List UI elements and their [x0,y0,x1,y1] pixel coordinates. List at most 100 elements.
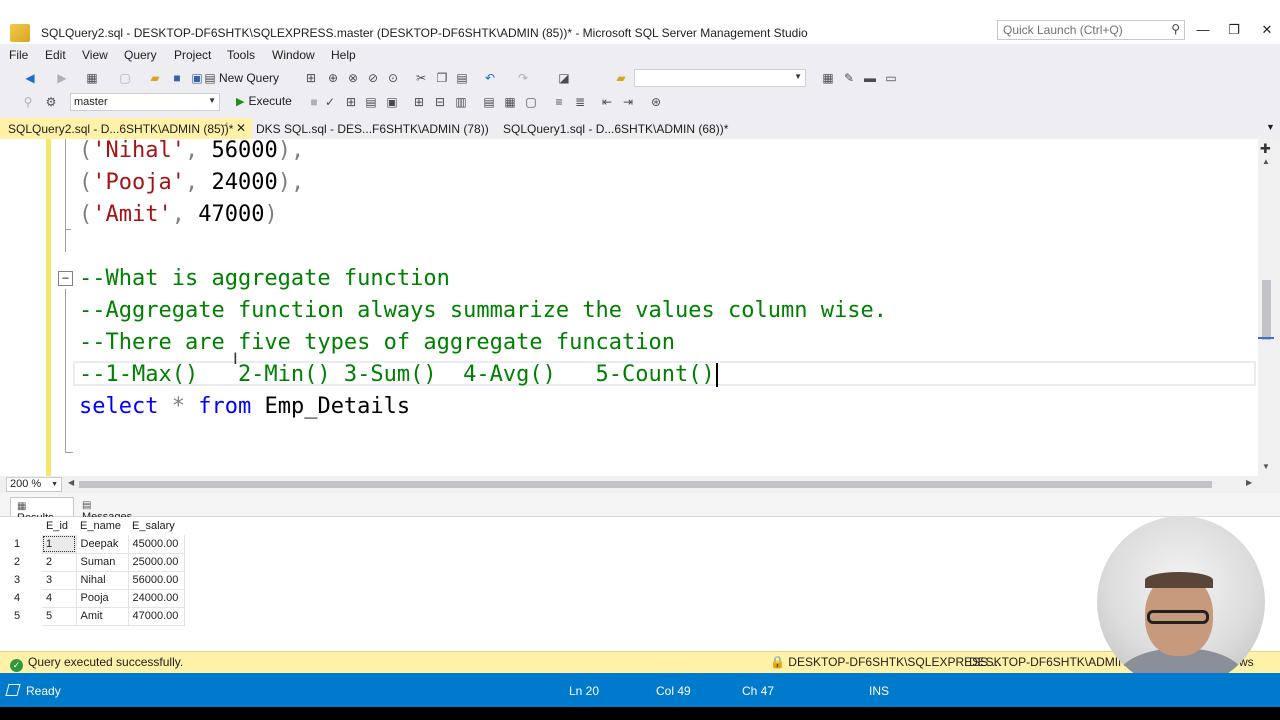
mdx-query-icon[interactable]: ⊕ [326,71,340,85]
forward-icon[interactable]: ▶ [55,71,69,85]
dax-query-icon[interactable]: ⊙ [386,71,400,85]
grid-cell[interactable]: 5 [42,607,77,626]
redo-icon[interactable]: ↷ [516,71,530,85]
tab-sqlquery2[interactable]: SQLQuery2.sql - D...6SHTK\ADMIN (85))* ⊣… [0,118,252,139]
code-line[interactable]: --What is aggregate function [79,263,450,295]
menu-tools[interactable]: Tools [227,48,255,62]
activity-monitor-icon[interactable]: ◪ [557,71,571,85]
grid-cell[interactable]: 56000.00 [128,571,185,590]
search-combo[interactable]: ▼ [634,69,806,87]
code-line[interactable]: --1-Max() 2-Min() 3-Sum() 4-Avg() 5-Coun… [79,359,718,391]
restore-button[interactable]: ❐ [1224,22,1244,38]
open-file-icon[interactable]: ▰ [148,71,162,85]
grid-cell[interactable]: 1 [42,535,77,554]
split-icon[interactable]: ✚ [1260,141,1271,157]
menu-edit[interactable]: Edit [45,48,66,62]
tab-messages[interactable]: ▤Messages [76,497,150,523]
row-number[interactable]: 5 [10,607,42,625]
new-query-button[interactable]: New Query [219,71,279,85]
cut-icon[interactable]: ✂ [414,71,428,85]
toolbox-icon[interactable]: ▬ [863,71,877,85]
column-header[interactable]: E_id [42,517,76,535]
paste-icon[interactable]: ▤ [455,71,469,85]
undo-icon[interactable]: ↶ [483,71,497,85]
cancel-query-icon[interactable]: ■ [307,95,321,109]
menu-file[interactable]: File [9,48,28,62]
menu-query[interactable]: Query [124,48,157,62]
vertical-scroll-thumb[interactable] [1262,280,1271,340]
add-item-icon[interactable]: ▢ [118,71,132,85]
specify-values-icon[interactable]: ⊛ [649,95,663,109]
collapse-toggle-icon[interactable]: − [58,271,73,286]
tab-results[interactable]: ▦Results [10,497,74,524]
row-number[interactable]: 3 [10,571,42,589]
row-number[interactable]: 2 [10,553,42,571]
customize-icon[interactable]: ▭ [884,71,898,85]
grid-cell[interactable]: Nihal [76,571,129,590]
grid-cell[interactable]: 4 [42,589,77,608]
back-icon[interactable]: ◀ [23,71,37,85]
save-all-icon[interactable]: ▣ [190,71,204,85]
intellisense-icon[interactable]: ▣ [385,95,399,109]
code-line[interactable]: ('Nihal', 56000), [79,139,304,167]
tab-dks-sql[interactable]: DKS SQL.sql - DES...F6SHTK\ADMIN (78)) [248,118,497,139]
grid-cell[interactable]: 25000.00 [128,553,185,572]
decrease-indent-icon[interactable]: ⇤ [600,95,614,109]
results-to-text-icon[interactable]: ▤ [482,95,496,109]
query-designer-icon[interactable]: ▤ [364,95,378,109]
results-to-grid-icon[interactable]: ▦ [503,95,517,109]
save-icon[interactable]: ■ [170,71,184,85]
xmla-query-icon[interactable]: ⊘ [366,71,380,85]
dmx-query-icon[interactable]: ⊗ [346,71,360,85]
results-grid[interactable]: E_id E_name E_salary 1 1 Deepak 45000.00… [10,517,185,626]
grid-cell[interactable]: 3 [42,571,77,590]
code-line[interactable]: select * from Emp_Details [79,391,410,423]
display-plan-icon[interactable]: ⊞ [344,95,358,109]
grid-cell[interactable]: 24000.00 [128,589,185,608]
client-stats-icon[interactable]: ▥ [454,95,468,109]
grid-cell[interactable]: Suman [76,553,129,572]
menu-window[interactable]: Window [272,48,315,62]
menu-help[interactable]: Help [331,48,356,62]
connect-icon[interactable]: ⚲ [21,95,35,109]
row-number[interactable]: 4 [10,589,42,607]
column-header[interactable]: E_name [76,517,128,535]
comment-icon[interactable]: ≡ [552,95,566,109]
horizontal-scroll-thumb[interactable] [79,481,1212,488]
solution-explorer-icon[interactable]: ▦ [821,71,835,85]
parse-icon[interactable]: ✓ [323,95,337,109]
grid-cell[interactable]: 47000.00 [128,607,185,626]
code-line[interactable]: ('Pooja', 24000), [79,167,304,199]
change-connection-icon[interactable]: ⚙ [44,95,58,109]
uncomment-icon[interactable]: ≣ [573,95,587,109]
menu-project[interactable]: Project [174,48,211,62]
close-button[interactable]: ✕ [1257,22,1277,38]
zoom-select[interactable]: 200 % ▼ [6,477,62,492]
grid-cell[interactable]: Pooja [76,589,129,608]
scroll-right-icon[interactable]: ▶ [1246,478,1252,487]
execute-button[interactable]: ▶ Execute [236,94,292,108]
properties-icon[interactable]: ✎ [842,71,856,85]
database-select[interactable]: master ▼ [70,93,220,111]
grid-cell[interactable]: 45000.00 [128,535,185,554]
grid-cell[interactable]: Deepak [76,535,129,554]
code-line[interactable]: --Aggregate function always summarize th… [79,295,887,327]
scroll-down-icon[interactable]: ▼ [1262,462,1270,471]
new-project-icon[interactable]: ▦ [85,71,99,85]
row-number[interactable]: 1 [10,535,42,553]
pin-icon[interactable]: ⊣ [219,121,228,132]
code-line[interactable]: --There are five types of aggregate func… [79,327,675,359]
copy-icon[interactable]: ❐ [435,71,449,85]
scroll-left-icon[interactable]: ◀ [68,478,74,487]
quick-launch-input[interactable]: Quick Launch (Ctrl+Q) ⚲ [997,20,1185,40]
new-query-icon[interactable]: ▤ [203,71,217,85]
grid-cell[interactable]: 2 [42,553,77,572]
grid-cell[interactable]: Amit [76,607,129,626]
minimize-button[interactable]: — [1193,22,1213,38]
scroll-up-icon[interactable]: ▲ [1262,157,1270,166]
live-stats-icon[interactable]: ⊟ [433,95,447,109]
find-icon[interactable]: ▰ [614,71,628,85]
increase-indent-icon[interactable]: ⇥ [621,95,635,109]
column-header[interactable]: E_salary [128,517,184,535]
include-plan-icon[interactable]: ⊞ [412,95,426,109]
